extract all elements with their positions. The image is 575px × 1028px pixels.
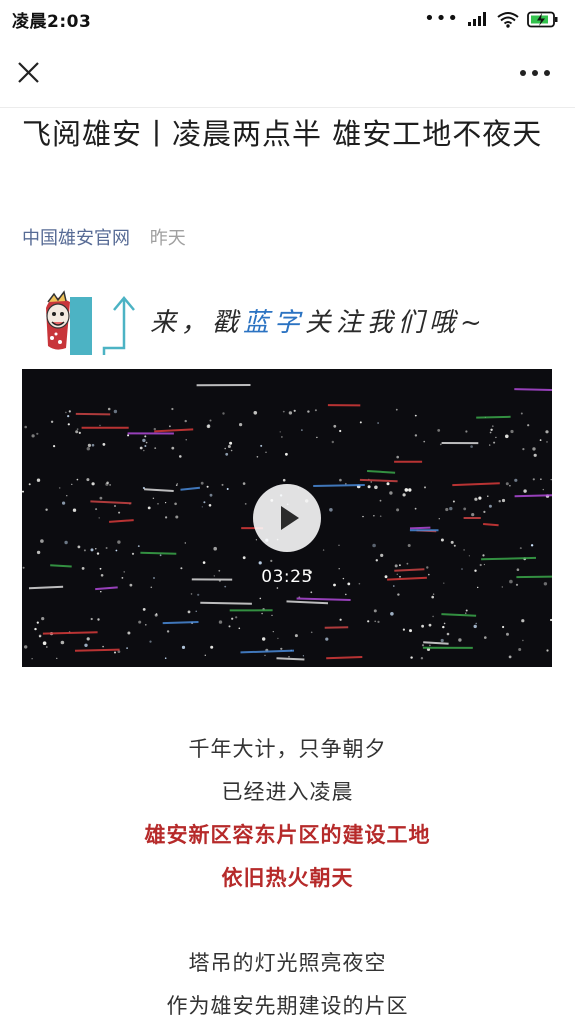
- mascot-illustration: [40, 288, 140, 360]
- article-title: 飞阅雄安丨凌晨两点半 雄安工地不夜天: [22, 110, 552, 158]
- body-line-highlight: 雄安新区容东片区的建设工地: [0, 814, 575, 857]
- follow-prefix: 来，戳: [150, 308, 243, 338]
- body-line: 作为雄安先期建设的片区: [0, 985, 575, 1028]
- follow-banner[interactable]: 来，戳蓝字关注我们哦~: [40, 288, 540, 360]
- battery-charging-icon: [527, 11, 559, 28]
- wifi-icon: [497, 11, 519, 28]
- publish-date: 昨天: [150, 228, 186, 249]
- paragraph-gap: [0, 900, 575, 942]
- video-duration: 03:25: [22, 567, 552, 587]
- body-line: 已经进入凌晨: [0, 771, 575, 814]
- play-icon: [253, 484, 321, 552]
- video-player[interactable]: 03:25: [22, 369, 552, 667]
- more-icon[interactable]: [517, 58, 553, 88]
- follow-highlight: 蓝字: [243, 308, 305, 338]
- article-meta: 中国雄安官网 昨天: [22, 224, 186, 250]
- close-icon[interactable]: [14, 58, 44, 88]
- status-bar: 凌晨2:03 •••: [0, 0, 575, 38]
- nav-bar: [0, 38, 575, 108]
- more-dots-icon: •••: [424, 10, 459, 28]
- account-name-link[interactable]: 中国雄安官网: [22, 228, 130, 249]
- status-icons: •••: [424, 10, 559, 28]
- follow-suffix: 关注我们哦~: [305, 308, 487, 338]
- body-line-highlight: 依旧热火朝天: [0, 857, 575, 900]
- follow-prompt-text: 来，戳蓝字关注我们哦~: [150, 302, 487, 339]
- status-time: 凌晨2:03: [12, 7, 91, 32]
- body-line: 千年大计，只争朝夕: [0, 728, 575, 771]
- body-line: 塔吊的灯光照亮夜空: [0, 942, 575, 985]
- signal-icon: [467, 11, 489, 27]
- play-button[interactable]: [253, 484, 321, 552]
- article-body: 千年大计，只争朝夕 已经进入凌晨 雄安新区容东片区的建设工地 依旧热火朝天 塔吊…: [0, 728, 575, 1028]
